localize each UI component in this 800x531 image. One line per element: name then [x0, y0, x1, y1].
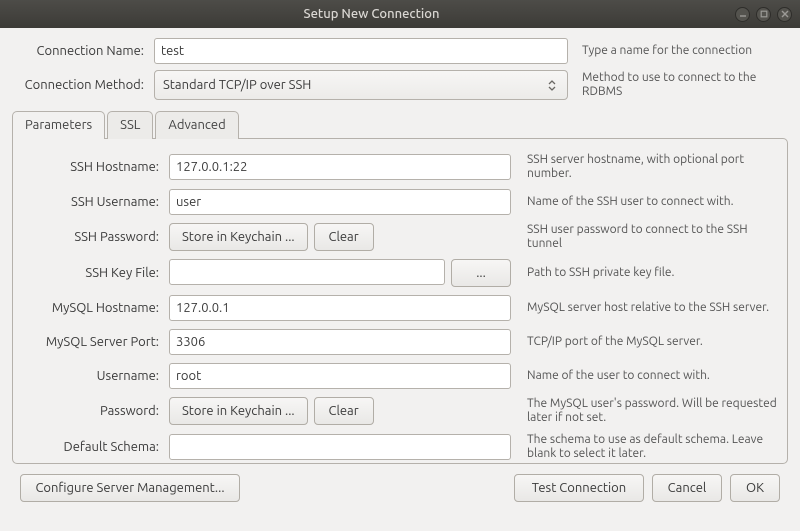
window-title: Setup New Connection	[8, 7, 735, 21]
ssh-username-help: Name of the SSH user to connect with.	[517, 195, 777, 209]
ssh-password-help: SSH user password to connect to the SSH …	[517, 223, 777, 251]
ssh-keyfile-label: SSH Key File:	[23, 266, 163, 280]
ssh-hostname-input[interactable]	[169, 154, 511, 180]
tabs-area: Parameters SSL Advanced SSH Hostname: SS…	[12, 110, 788, 464]
username-input[interactable]	[169, 363, 511, 389]
default-schema-help: The schema to use as default schema. Lea…	[517, 433, 777, 461]
connection-name-label: Connection Name:	[12, 44, 148, 58]
password-help: The MySQL user's password. Will be reque…	[517, 397, 777, 425]
ssh-username-input[interactable]	[169, 189, 511, 215]
mysql-hostname-help: MySQL server host relative to the SSH se…	[517, 301, 777, 315]
ssh-hostname-help: SSH server hostname, with optional port …	[517, 153, 777, 181]
ssh-password-clear-button[interactable]: Clear	[314, 223, 374, 251]
connection-method-value: Standard TCP/IP over SSH	[163, 78, 545, 92]
titlebar: Setup New Connection	[0, 0, 800, 28]
connection-name-help: Type a name for the connection	[574, 44, 788, 58]
tab-panel-parameters: SSH Hostname: SSH server hostname, with …	[12, 138, 788, 464]
window-controls	[735, 7, 792, 22]
connection-method-help: Method to use to connect to the RDBMS	[574, 71, 788, 99]
mysql-port-label: MySQL Server Port:	[23, 335, 163, 349]
close-button[interactable]	[777, 7, 792, 22]
connection-name-input[interactable]	[154, 38, 568, 64]
minimize-button[interactable]	[735, 7, 750, 22]
default-schema-input[interactable]	[169, 434, 511, 460]
dialog-footer: Configure Server Management... Test Conn…	[12, 464, 788, 516]
mysql-hostname-input[interactable]	[169, 295, 511, 321]
configure-server-button[interactable]: Configure Server Management...	[20, 474, 240, 502]
tabs-bar: Parameters SSL Advanced	[12, 111, 788, 139]
password-clear-button[interactable]: Clear	[314, 397, 374, 425]
password-label: Password:	[23, 404, 163, 418]
mysql-hostname-label: MySQL Hostname:	[23, 301, 163, 315]
ssh-username-label: SSH Username:	[23, 195, 163, 209]
username-label: Username:	[23, 369, 163, 383]
tab-advanced[interactable]: Advanced	[155, 111, 238, 139]
cancel-button[interactable]: Cancel	[652, 474, 722, 502]
connection-method-label: Connection Method:	[12, 78, 148, 92]
setup-connection-window: Setup New Connection Connection Name: Ty…	[0, 0, 800, 531]
dialog-content: Connection Name: Type a name for the con…	[0, 28, 800, 531]
ssh-hostname-label: SSH Hostname:	[23, 160, 163, 174]
ssh-password-store-button[interactable]: Store in Keychain ...	[169, 223, 308, 251]
tab-parameters[interactable]: Parameters	[12, 111, 105, 139]
ssh-password-label: SSH Password:	[23, 230, 163, 244]
ok-button[interactable]: OK	[730, 474, 780, 502]
mysql-port-input[interactable]	[169, 329, 511, 355]
username-help: Name of the user to connect with.	[517, 369, 777, 383]
password-store-button[interactable]: Store in Keychain ...	[169, 397, 308, 425]
ssh-keyfile-help: Path to SSH private key file.	[517, 266, 777, 280]
dropdown-spinner-icon	[545, 80, 559, 91]
mysql-port-help: TCP/IP port of the MySQL server.	[517, 335, 777, 349]
test-connection-button[interactable]: Test Connection	[514, 474, 644, 502]
maximize-button[interactable]	[756, 7, 771, 22]
ssh-keyfile-browse-button[interactable]: ...	[451, 259, 511, 287]
ssh-keyfile-input[interactable]	[169, 259, 445, 285]
default-schema-label: Default Schema:	[23, 440, 163, 454]
connection-method-select[interactable]: Standard TCP/IP over SSH	[154, 70, 568, 100]
tab-ssl[interactable]: SSL	[107, 111, 153, 139]
